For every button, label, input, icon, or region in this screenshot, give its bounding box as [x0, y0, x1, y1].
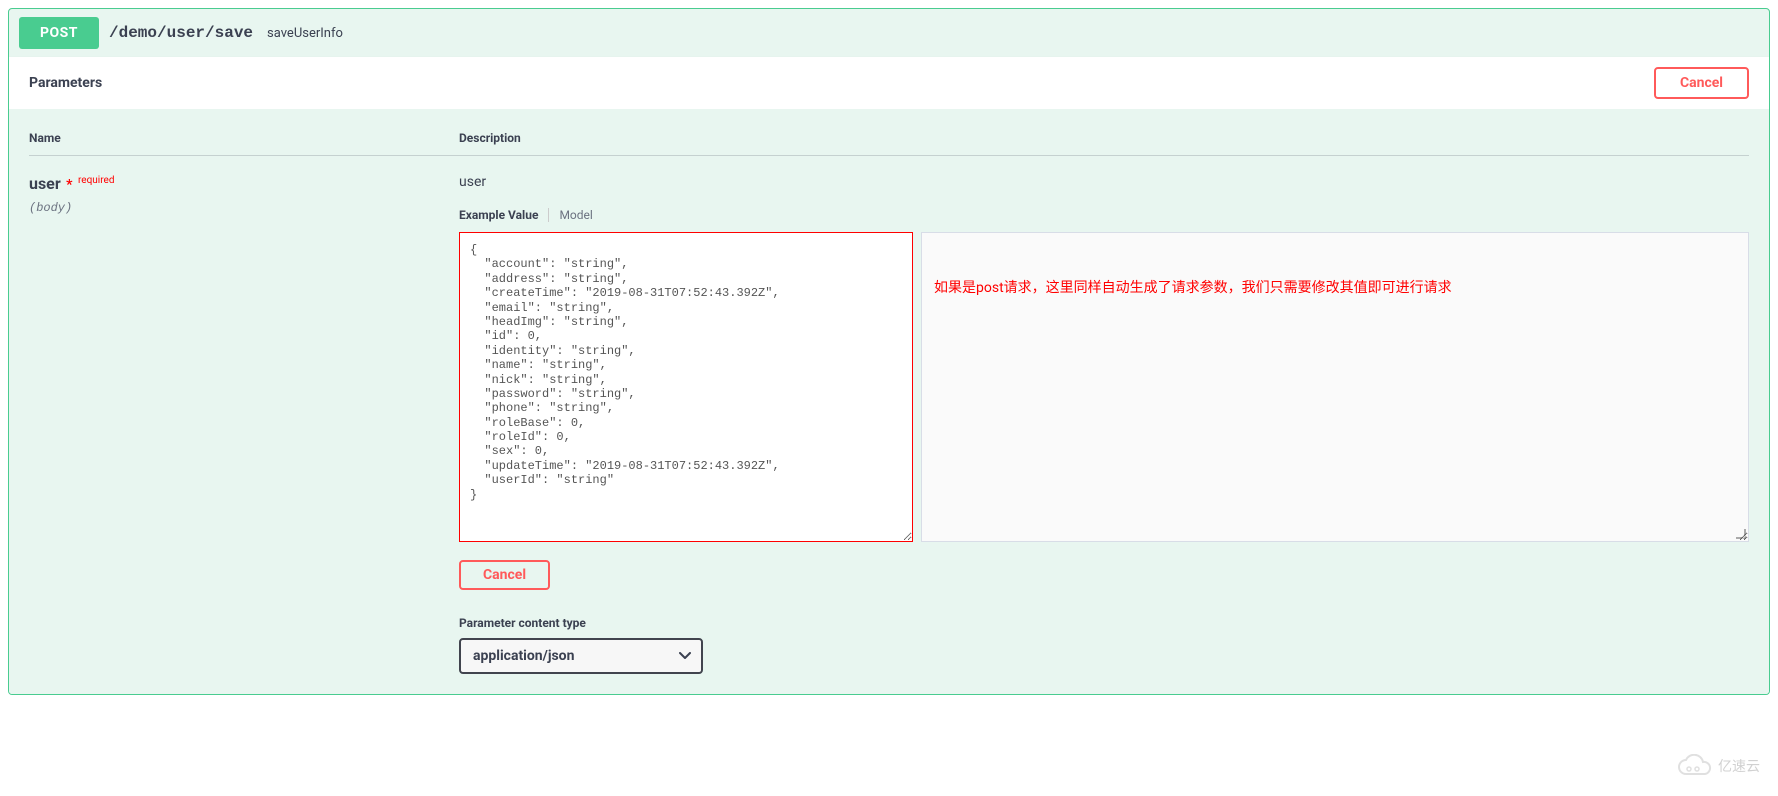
param-description-text: user — [459, 174, 1749, 190]
cancel-button[interactable]: Cancel — [1654, 67, 1749, 99]
content-type-label: Parameter content type — [459, 616, 1749, 630]
annotation-text: 如果是post请求，这里同样自动生成了请求参数，我们只需要修改其值即可进行请求 — [934, 277, 1736, 299]
content-type-section: Parameter content type application/json — [459, 616, 1749, 674]
tab-model[interactable]: Model — [548, 208, 592, 222]
tab-example-value[interactable]: Example Value — [459, 208, 548, 222]
body-tabs: Example Value Model — [459, 208, 1749, 222]
table-header-row: Name Description — [29, 119, 1749, 156]
body-area: 如果是post请求，这里同样自动生成了请求参数，我们只需要修改其值即可进行请求 — [459, 232, 1749, 542]
column-header-name: Name — [29, 131, 459, 145]
parameters-header: Parameters Cancel — [9, 57, 1769, 109]
operation-block: POST /demo/user/save saveUserInfo Parame… — [8, 8, 1770, 695]
operation-header[interactable]: POST /demo/user/save saveUserInfo — [9, 9, 1769, 57]
param-name-cell: user * required (body) — [29, 174, 459, 674]
watermark: 亿速云 — [1676, 754, 1760, 778]
body-cancel-row: Cancel — [459, 560, 1749, 590]
column-header-description: Description — [459, 131, 1749, 145]
param-description-cell: user Example Value Model 如果是post请求，这里同样自… — [459, 174, 1749, 674]
body-cancel-button[interactable]: Cancel — [459, 560, 550, 590]
content-type-select-wrap: application/json — [459, 638, 703, 674]
resize-handle-icon[interactable] — [1734, 527, 1746, 539]
request-body-editor[interactable] — [459, 232, 913, 542]
api-path: /demo/user/save — [109, 24, 253, 42]
parameters-table: Name Description user * required (body) … — [29, 119, 1749, 674]
param-name: user — [29, 174, 61, 193]
content-type-select[interactable]: application/json — [459, 638, 703, 674]
parameters-body: Name Description user * required (body) … — [9, 109, 1769, 694]
parameters-section: Parameters Cancel — [9, 57, 1769, 109]
cloud-icon — [1676, 754, 1712, 778]
parameters-title: Parameters — [29, 75, 102, 91]
api-summary: saveUserInfo — [267, 26, 343, 41]
table-row: user * required (body) user Example Valu… — [29, 156, 1749, 674]
param-location: (body) — [29, 201, 459, 215]
http-method-badge: POST — [19, 17, 99, 49]
watermark-text: 亿速云 — [1718, 756, 1760, 776]
annotation-box[interactable]: 如果是post请求，这里同样自动生成了请求参数，我们只需要修改其值即可进行请求 — [921, 232, 1749, 542]
required-star: * — [66, 177, 72, 193]
required-label: required — [78, 175, 114, 186]
